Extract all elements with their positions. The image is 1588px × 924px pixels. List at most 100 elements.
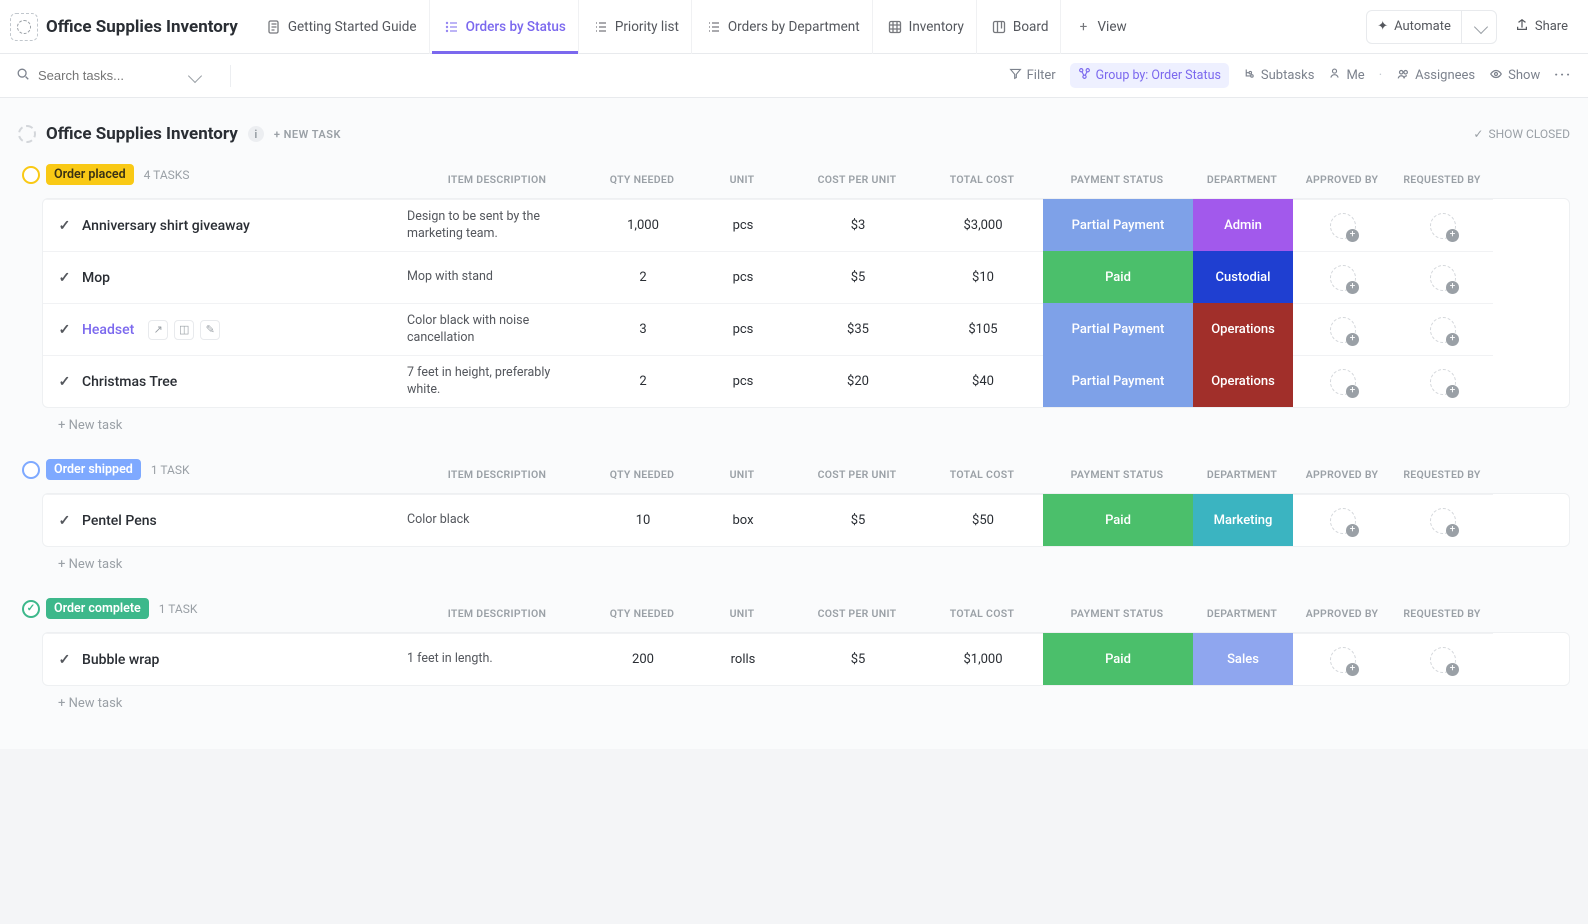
unit-cell[interactable]: pcs — [693, 355, 793, 407]
qty-needed-cell[interactable]: 1,000 — [593, 199, 693, 251]
task-name-cell[interactable]: ✓ Mop — [43, 251, 403, 303]
department-cell[interactable]: Operations — [1193, 355, 1293, 407]
approved-by-assign[interactable] — [1330, 317, 1356, 343]
tab-orders-by-status[interactable]: Orders by Status — [432, 0, 579, 54]
unit-cell[interactable]: rolls — [693, 633, 793, 685]
approved-by-assign[interactable] — [1330, 508, 1356, 534]
task-name-cell[interactable]: ✓ Anniversary shirt giveaway — [43, 199, 403, 251]
group-header[interactable]: Order placed4 TASKS — [18, 160, 1570, 189]
group-by-button[interactable]: Group by: Order Status — [1070, 63, 1229, 88]
unit-cell[interactable]: box — [693, 494, 793, 546]
requested-by-assign[interactable] — [1430, 508, 1456, 534]
tab-getting-started[interactable]: Getting Started Guide — [254, 0, 430, 54]
task-status-toggle[interactable]: ✓ — [57, 374, 72, 390]
task-name[interactable]: Mop — [82, 270, 110, 286]
qty-needed-cell[interactable]: 10 — [593, 494, 693, 546]
cost-per-unit-cell[interactable]: $35 — [793, 303, 923, 355]
total-cost-cell[interactable]: $1,000 — [923, 633, 1043, 685]
approved-by-assign[interactable] — [1330, 647, 1356, 673]
info-icon[interactable]: i — [248, 126, 264, 142]
show-closed-toggle[interactable]: ✓ SHOW CLOSED — [1473, 127, 1570, 141]
cost-per-unit-cell[interactable]: $5 — [793, 494, 923, 546]
qty-needed-cell[interactable]: 200 — [593, 633, 693, 685]
department-cell[interactable]: Sales — [1193, 633, 1293, 685]
cost-per-unit-cell[interactable]: $3 — [793, 199, 923, 251]
requested-by-assign[interactable] — [1430, 647, 1456, 673]
task-name[interactable]: Headset — [82, 322, 134, 338]
qty-needed-cell[interactable]: 2 — [593, 251, 693, 303]
automate-button[interactable]: ✦ Automate — [1367, 11, 1461, 43]
tab-priority-list[interactable]: Priority list — [581, 0, 692, 54]
group-status-tag[interactable]: Order complete — [46, 598, 149, 619]
total-cost-cell[interactable]: $10 — [923, 251, 1043, 303]
group-header[interactable]: Order shipped1 TASK — [18, 455, 1570, 484]
total-cost-cell[interactable]: $3,000 — [923, 199, 1043, 251]
task-status-toggle[interactable]: ✓ — [57, 652, 72, 668]
unit-cell[interactable]: pcs — [693, 303, 793, 355]
edit-icon[interactable]: ✎ — [200, 320, 220, 340]
task-name[interactable]: Bubble wrap — [82, 652, 159, 668]
qty-needed-cell[interactable]: 3 — [593, 303, 693, 355]
department-cell[interactable]: Operations — [1193, 303, 1293, 355]
unit-cell[interactable]: pcs — [693, 199, 793, 251]
new-task-button[interactable]: + New task — [18, 686, 1570, 711]
department-cell[interactable]: Custodial — [1193, 251, 1293, 303]
add-view-button[interactable]: + View — [1063, 0, 1138, 54]
tab-board[interactable]: Board — [979, 0, 1062, 54]
me-button[interactable]: Me — [1328, 67, 1364, 84]
filter-button[interactable]: Filter — [1009, 67, 1056, 84]
payment-status-cell[interactable]: Paid — [1043, 251, 1193, 303]
group-header[interactable]: Order complete1 TASK — [18, 594, 1570, 623]
unit-cell[interactable]: pcs — [693, 251, 793, 303]
item-description-cell[interactable]: Mop with stand — [403, 251, 593, 303]
share-button[interactable]: Share — [1505, 11, 1578, 43]
open-icon[interactable]: ↗ — [148, 320, 168, 340]
search-dropdown[interactable] — [188, 68, 202, 82]
requested-by-assign[interactable] — [1430, 369, 1456, 395]
show-button[interactable]: Show — [1489, 67, 1540, 85]
task-status-toggle[interactable]: ✓ — [57, 513, 72, 529]
new-task-button[interactable]: + New task — [18, 547, 1570, 572]
requested-by-assign[interactable] — [1430, 265, 1456, 291]
task-name-cell[interactable]: ✓ Pentel Pens — [43, 494, 403, 546]
item-description-cell[interactable]: Design to be sent by the marketing team. — [403, 199, 593, 251]
more-menu[interactable]: ··· — [1554, 68, 1572, 83]
total-cost-cell[interactable]: $50 — [923, 494, 1043, 546]
total-cost-cell[interactable]: $40 — [923, 355, 1043, 407]
payment-status-cell[interactable]: Partial Payment — [1043, 199, 1193, 251]
requested-by-assign[interactable] — [1430, 317, 1456, 343]
cost-per-unit-cell[interactable]: $5 — [793, 251, 923, 303]
payment-status-cell[interactable]: Paid — [1043, 633, 1193, 685]
task-name-cell[interactable]: ✓ Headset ↗ ◫ ✎ — [43, 303, 403, 355]
task-name[interactable]: Anniversary shirt giveaway — [82, 218, 250, 234]
item-description-cell[interactable]: Color black — [403, 494, 593, 546]
automate-dropdown[interactable] — [1461, 11, 1496, 43]
payment-status-cell[interactable]: Partial Payment — [1043, 355, 1193, 407]
item-description-cell[interactable]: 7 feet in height, preferably white. — [403, 355, 593, 407]
group-status-tag[interactable]: Order shipped — [46, 459, 141, 480]
total-cost-cell[interactable]: $105 — [923, 303, 1043, 355]
approved-by-assign[interactable] — [1330, 265, 1356, 291]
task-name-cell[interactable]: ✓ Bubble wrap — [43, 633, 403, 685]
item-description-cell[interactable]: Color black with noise cancellation — [403, 303, 593, 355]
item-description-cell[interactable]: 1 feet in length. — [403, 633, 593, 685]
cost-per-unit-cell[interactable]: $20 — [793, 355, 923, 407]
task-name[interactable]: Pentel Pens — [82, 513, 157, 529]
task-status-toggle[interactable]: ✓ — [57, 218, 72, 234]
payment-status-cell[interactable]: Paid — [1043, 494, 1193, 546]
task-status-toggle[interactable]: ✓ — [57, 322, 72, 338]
tab-inventory[interactable]: Inventory — [875, 0, 977, 54]
cost-per-unit-cell[interactable]: $5 — [793, 633, 923, 685]
assignees-button[interactable]: Assignees — [1396, 67, 1475, 85]
approved-by-assign[interactable] — [1330, 369, 1356, 395]
new-task-header-button[interactable]: + NEW TASK — [274, 128, 341, 141]
approved-by-assign[interactable] — [1330, 213, 1356, 239]
tab-orders-by-department[interactable]: Orders by Department — [694, 0, 873, 54]
expand-icon[interactable]: ◫ — [174, 320, 194, 340]
department-cell[interactable]: Marketing — [1193, 494, 1293, 546]
task-status-toggle[interactable]: ✓ — [57, 270, 72, 286]
qty-needed-cell[interactable]: 2 — [593, 355, 693, 407]
payment-status-cell[interactable]: Partial Payment — [1043, 303, 1193, 355]
new-task-button[interactable]: + New task — [18, 408, 1570, 433]
requested-by-assign[interactable] — [1430, 213, 1456, 239]
